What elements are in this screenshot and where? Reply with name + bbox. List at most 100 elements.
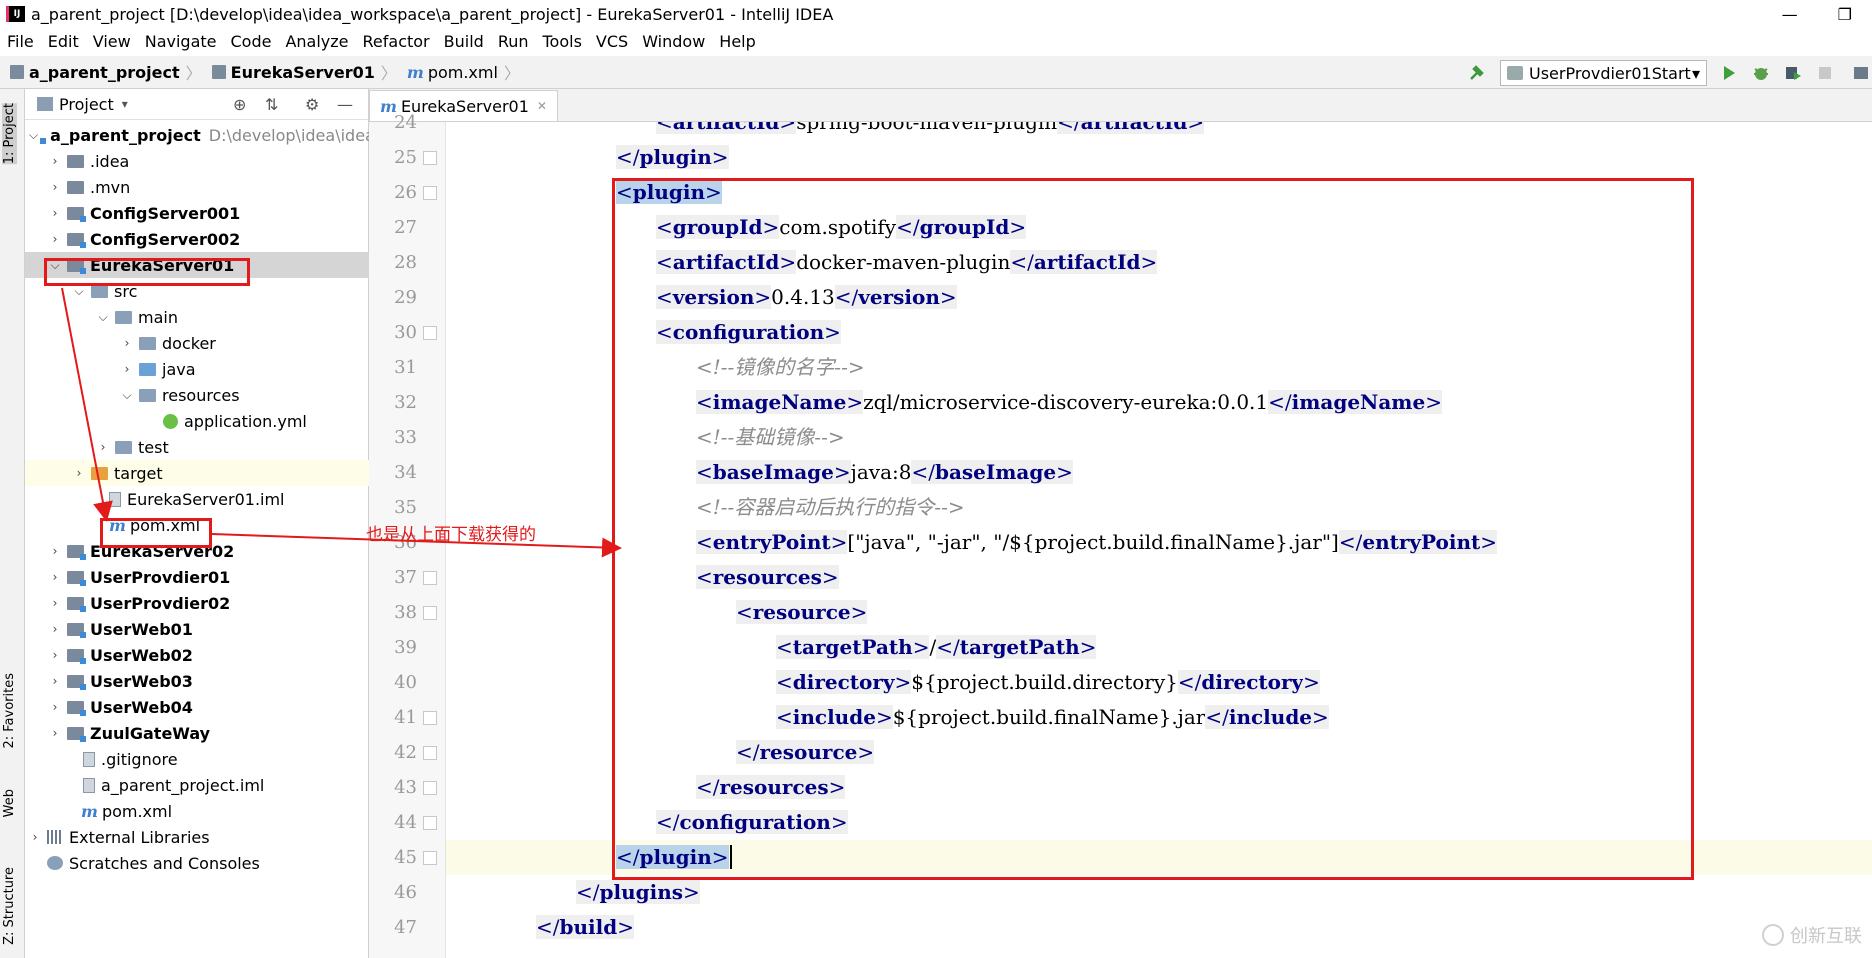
tool-window-favorites-tab[interactable]: 2: Favorites: [2, 673, 17, 749]
chevron-right-icon[interactable]: ›: [49, 648, 61, 662]
tree-item-mvn[interactable]: › .mvn: [25, 174, 392, 200]
gear-icon[interactable]: ⚙: [305, 95, 319, 114]
menu-run[interactable]: Run: [491, 32, 536, 51]
tree-item-configserver002[interactable]: › ConfigServer002: [25, 226, 392, 252]
tree-item-userweb02[interactable]: › UserWeb02: [25, 642, 392, 668]
line-number: 42: [394, 742, 417, 763]
chevron-right-icon[interactable]: ›: [73, 466, 85, 480]
tool-window-web-tab[interactable]: Web: [2, 789, 17, 817]
build-hammer-icon[interactable]: [1468, 64, 1486, 82]
tree-item-userprovdier01[interactable]: › UserProvdier01: [25, 564, 392, 590]
chevron-right-icon[interactable]: ›: [49, 726, 61, 740]
tree-item-userweb04[interactable]: › UserWeb04: [25, 694, 392, 720]
module-folder-icon: [67, 674, 86, 690]
minimize-button[interactable]: —: [1782, 5, 1798, 24]
collapse-all-icon[interactable]: ⇅: [265, 95, 278, 114]
tree-item-configserver001[interactable]: › ConfigServer001: [25, 200, 392, 226]
chevron-right-icon[interactable]: ›: [49, 544, 61, 558]
tree-item-external-libraries[interactable]: › External Libraries: [25, 824, 372, 850]
tree-item-a-parent-project-iml[interactable]: a_parent_project.iml: [25, 772, 426, 798]
menu-build[interactable]: Build: [437, 32, 491, 51]
run-configuration-select[interactable]: UserProvdier01Start ▾: [1500, 60, 1707, 86]
fold-marker-icon[interactable]: [423, 711, 437, 725]
xml-bracket: </: [616, 145, 640, 169]
tree-item-label: EurekaServer01.iml: [127, 489, 285, 509]
menu-code[interactable]: Code: [224, 32, 279, 51]
project-panel-title[interactable]: Project: [59, 95, 114, 114]
code-line[interactable]: </plugin>: [446, 140, 1872, 175]
chevron-right-icon[interactable]: ›: [49, 674, 61, 688]
tree-item-userweb01[interactable]: › UserWeb01: [25, 616, 392, 642]
fold-marker-icon[interactable]: [423, 186, 437, 200]
fold-marker-icon[interactable]: [423, 326, 437, 340]
chevron-right-icon[interactable]: ›: [121, 362, 133, 376]
code-line[interactable]: <artifactId>spring-boot-maven-plugin</ar…: [446, 122, 1872, 140]
hide-icon[interactable]: —: [337, 95, 353, 114]
xml-bracket: >: [1187, 122, 1205, 134]
menu-window[interactable]: Window: [635, 32, 712, 51]
fold-marker-icon[interactable]: [423, 606, 437, 620]
chevron-right-icon[interactable]: ›: [49, 180, 61, 194]
breadcrumb-project[interactable]: a_parent_project 〉: [10, 60, 202, 84]
coverage-icon[interactable]: [1784, 64, 1802, 82]
tree-item-scratches[interactable]: Scratches and Consoles: [25, 850, 390, 876]
maximize-button[interactable]: ❐: [1838, 5, 1852, 24]
excluded-folder-icon: [91, 466, 108, 480]
tree-item-a-parent-project[interactable]: ⌵ a_parent_project D:\develop\idea\idea: [25, 122, 375, 148]
line-number: 28: [394, 252, 417, 273]
menu-refactor[interactable]: Refactor: [356, 32, 437, 51]
chevron-right-icon[interactable]: ›: [49, 570, 61, 584]
chevron-down-icon[interactable]: ⌵: [97, 310, 109, 325]
menu-view[interactable]: View: [86, 32, 138, 51]
menu-tools[interactable]: Tools: [536, 32, 589, 51]
menu-analyze[interactable]: Analyze: [278, 32, 355, 51]
tree-item-zuulgateway[interactable]: › ZuulGateWay: [25, 720, 392, 746]
tree-item-idea[interactable]: › .idea: [25, 148, 392, 174]
menu-file[interactable]: File: [0, 32, 41, 51]
tree-item-label: UserWeb02: [90, 645, 193, 665]
chevron-down-icon[interactable]: ⌵: [29, 128, 38, 143]
chevron-down-icon[interactable]: ▾: [122, 97, 128, 111]
chevron-right-icon[interactable]: ›: [29, 830, 41, 844]
project-structure-icon[interactable]: [1852, 64, 1870, 82]
code-line[interactable]: </plugins>: [446, 875, 1872, 910]
tree-item-gitignore[interactable]: .gitignore: [25, 746, 426, 772]
tree-item-userweb03[interactable]: › UserWeb03: [25, 668, 392, 694]
chevron-right-icon[interactable]: ›: [49, 700, 61, 714]
chevron-down-icon[interactable]: ⌵: [121, 388, 133, 403]
fold-marker-icon[interactable]: [423, 151, 437, 165]
chevron-right-icon[interactable]: ›: [49, 596, 61, 610]
menu-navigate[interactable]: Navigate: [138, 32, 224, 51]
chevron-right-icon[interactable]: ›: [121, 336, 133, 350]
chevron-right-icon[interactable]: ›: [49, 232, 61, 246]
fold-marker-icon[interactable]: [423, 571, 437, 585]
tool-window-project-tab[interactable]: 1: Project: [2, 103, 17, 165]
line-number: 25: [394, 147, 417, 168]
breadcrumb-file[interactable]: m pom.xml 〉: [407, 60, 520, 84]
fold-marker-icon[interactable]: [423, 816, 437, 830]
tree-item-userprovdier02[interactable]: › UserProvdier02: [25, 590, 392, 616]
highlight-box-plugin-block: [612, 178, 1694, 880]
debug-icon[interactable]: [1752, 64, 1770, 82]
xml-bracket: >: [617, 915, 634, 939]
chevron-right-icon[interactable]: ›: [97, 440, 109, 454]
chevron-right-icon[interactable]: ›: [49, 154, 61, 168]
close-icon[interactable]: ✕: [537, 99, 547, 113]
tool-window-structure-tab[interactable]: Z: Structure: [2, 867, 17, 945]
menu-vcs[interactable]: VCS: [589, 32, 635, 51]
fold-marker-icon[interactable]: [423, 746, 437, 760]
breadcrumb-module[interactable]: EurekaServer01 〉: [211, 60, 397, 84]
chevron-right-icon[interactable]: ›: [49, 206, 61, 220]
fold-marker-icon[interactable]: [423, 781, 437, 795]
fold-marker-icon[interactable]: [423, 851, 437, 865]
locate-icon[interactable]: ⊕: [233, 95, 246, 114]
menu-edit[interactable]: Edit: [41, 32, 86, 51]
code-line[interactable]: </build>: [446, 910, 1872, 945]
xml-bracket: >: [779, 122, 797, 134]
tree-item-root-pom-xml[interactable]: m pom.xml: [25, 798, 424, 824]
tree-item-target[interactable]: › target: [25, 460, 416, 486]
run-icon[interactable]: [1720, 64, 1738, 82]
menu-help[interactable]: Help: [712, 32, 762, 51]
stop-icon[interactable]: [1816, 64, 1834, 82]
chevron-right-icon[interactable]: ›: [49, 622, 61, 636]
